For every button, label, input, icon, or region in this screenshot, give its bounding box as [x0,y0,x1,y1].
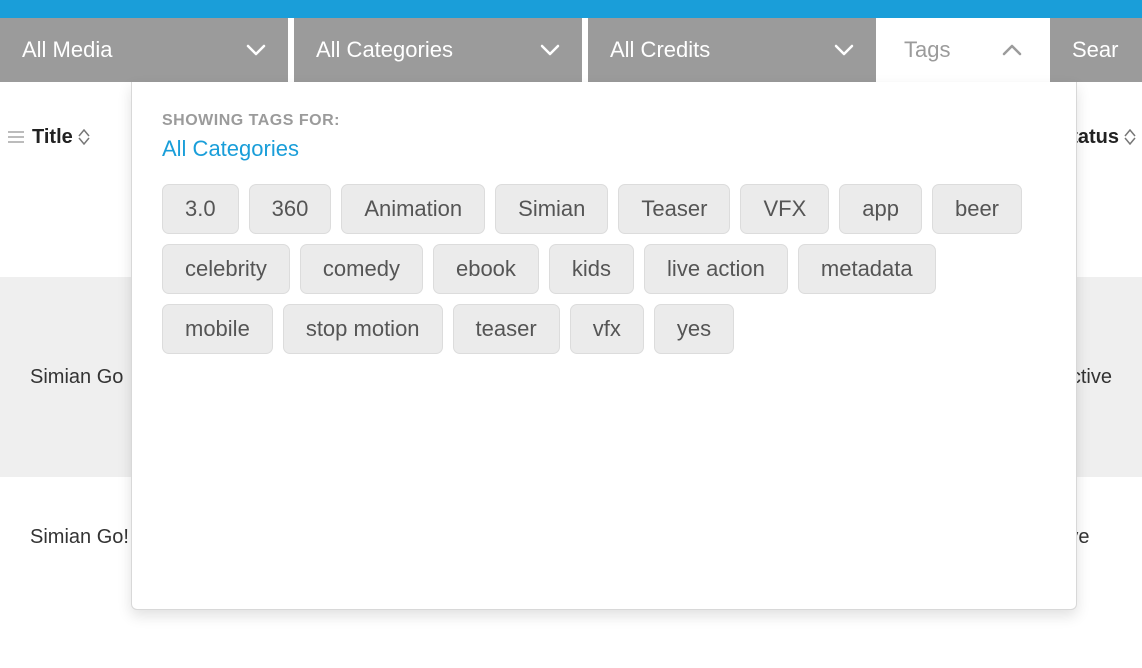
filter-all-credits[interactable]: All Credits [588,18,876,82]
filter-all-media[interactable]: All Media [0,18,288,82]
tag-pill[interactable]: teaser [453,304,560,354]
tag-pill[interactable]: stop motion [283,304,443,354]
tag-pill[interactable]: Simian [495,184,608,234]
tag-pill[interactable]: app [839,184,922,234]
tag-pill[interactable]: beer [932,184,1022,234]
tags-dropdown-panel: SHOWING TAGS FOR: All Categories 3.0360A… [131,82,1077,610]
filter-label: Tags [904,37,950,63]
chevron-down-icon [834,44,854,56]
top-bar [0,0,1142,18]
filter-all-categories[interactable]: All Categories [294,18,582,82]
tag-pill[interactable]: 360 [249,184,332,234]
tag-pill[interactable]: yes [654,304,734,354]
tag-pill[interactable]: ebook [433,244,539,294]
tags-filter-category[interactable]: All Categories [162,136,1046,162]
chevron-down-icon [540,44,560,56]
tag-pill[interactable]: Teaser [618,184,730,234]
tag-pill[interactable]: kids [549,244,634,294]
filter-label: All Credits [610,37,710,63]
tags-list: 3.0360AnimationSimianTeaserVFXappbeer cel… [162,184,1046,354]
column-label: Title [32,126,73,149]
chevron-down-icon [246,44,266,56]
tag-pill[interactable]: VFX [740,184,829,234]
tag-pill[interactable]: metadata [798,244,936,294]
filter-search[interactable]: Sear [1050,18,1142,82]
drag-handle-icon [8,131,24,143]
filter-label: Sear [1072,37,1118,63]
chevron-up-icon [1002,44,1022,56]
tags-heading: SHOWING TAGS FOR: [162,112,1046,130]
filter-label: All Media [22,37,112,63]
tag-pill[interactable]: vfx [570,304,644,354]
filter-label: All Categories [316,37,453,63]
sort-icon [1124,129,1136,145]
tag-pill[interactable]: mobile [162,304,273,354]
tag-pill[interactable]: celebrity [162,244,290,294]
filter-bar: All Media All Categories All Credits Tag… [0,18,1142,82]
tag-pill[interactable]: 3.0 [162,184,239,234]
tag-pill[interactable]: comedy [300,244,423,294]
cell-status: ctive [1071,366,1112,389]
filter-tags[interactable]: Tags [882,18,1044,82]
sort-icon [78,129,90,145]
tag-pill[interactable]: live action [644,244,788,294]
tag-pill[interactable]: Animation [341,184,485,234]
